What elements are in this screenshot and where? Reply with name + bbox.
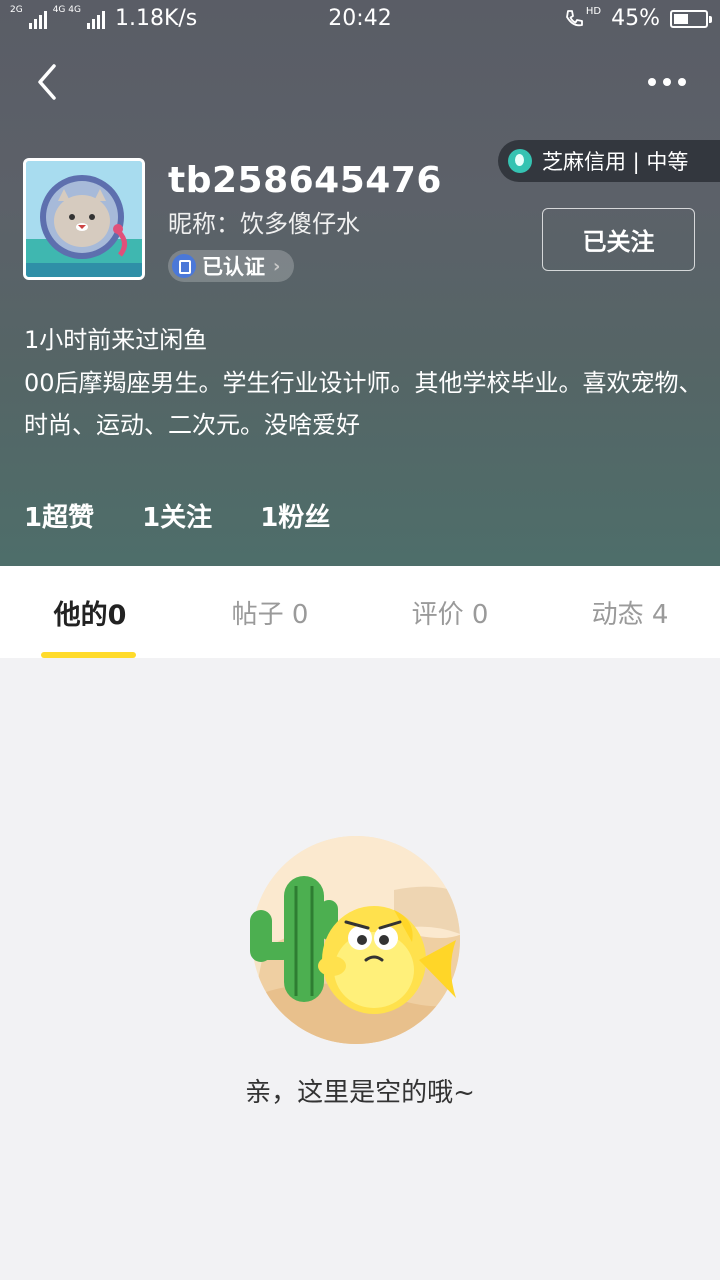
verified-badge[interactable]: 已认证 › bbox=[168, 250, 294, 282]
tab-label: 动态 4 bbox=[591, 599, 669, 630]
tab-bar: 他的0 帖子 0 评价 0 动态 4 bbox=[0, 566, 720, 658]
follow-button[interactable]: 已关注 bbox=[542, 208, 695, 271]
verified-label: 已认证 bbox=[202, 255, 265, 279]
stats-row: 1超赞 1关注 1粉丝 bbox=[24, 497, 330, 534]
hd-tag: HD bbox=[585, 6, 602, 17]
status-bar: 2G 4G 4G 1.18K/s 20:42 HD 45% bbox=[0, 0, 720, 40]
cactus-fish-illustration bbox=[250, 836, 460, 1044]
sesame-credit-icon bbox=[508, 149, 532, 173]
tab-his[interactable]: 他的0 bbox=[0, 566, 180, 658]
more-dot-icon bbox=[678, 78, 686, 86]
more-dot-icon bbox=[648, 78, 656, 86]
bio-text: 00后摩羯座男生。学生行业设计师。其他学校毕业。喜欢宠物、时尚、运动、二次元。没… bbox=[24, 369, 703, 439]
hd-call-icon: HD bbox=[563, 6, 602, 30]
last-seen-text: 1小时前来过闲鱼 bbox=[24, 326, 208, 354]
avatar-image bbox=[26, 161, 142, 277]
tab-active-indicator bbox=[41, 652, 136, 658]
more-dot-icon bbox=[663, 78, 671, 86]
profile-header: 2G 4G 4G 1.18K/s 20:42 HD 45% 芝麻信用 | 中等 … bbox=[0, 0, 720, 566]
stat-likes[interactable]: 1超赞 bbox=[24, 497, 94, 534]
tab-reviews[interactable]: 评价 0 bbox=[360, 566, 540, 658]
more-button[interactable] bbox=[648, 70, 692, 94]
tab-posts[interactable]: 帖子 0 bbox=[180, 566, 360, 658]
empty-state-message: 亲，这里是空的哦~ bbox=[245, 1078, 475, 1108]
battery-percent: 45% bbox=[611, 6, 660, 31]
battery-icon bbox=[670, 9, 712, 28]
tab-label: 评价 0 bbox=[411, 599, 489, 630]
credit-label: 芝麻信用 | 中等 bbox=[542, 150, 689, 174]
status-right: HD 45% bbox=[563, 6, 712, 31]
tab-activity[interactable]: 动态 4 bbox=[540, 566, 720, 658]
verified-icon bbox=[172, 254, 196, 278]
back-button[interactable] bbox=[30, 60, 70, 104]
avatar[interactable] bbox=[23, 158, 145, 280]
stat-following[interactable]: 1关注 bbox=[142, 497, 212, 534]
battery-fill bbox=[674, 13, 688, 24]
username: tb258645476 bbox=[168, 160, 442, 201]
chevron-left-icon bbox=[38, 64, 56, 100]
chevron-right-icon: › bbox=[273, 255, 281, 277]
credit-badge[interactable]: 芝麻信用 | 中等 bbox=[498, 140, 720, 182]
nickname: 昵称：饮多傻仔水 bbox=[168, 210, 360, 238]
tab-label: 帖子 0 bbox=[231, 599, 309, 630]
stat-followers[interactable]: 1粉丝 bbox=[260, 497, 330, 534]
empty-state-illustration bbox=[244, 830, 476, 1048]
tab-label: 他的0 bbox=[53, 599, 127, 631]
